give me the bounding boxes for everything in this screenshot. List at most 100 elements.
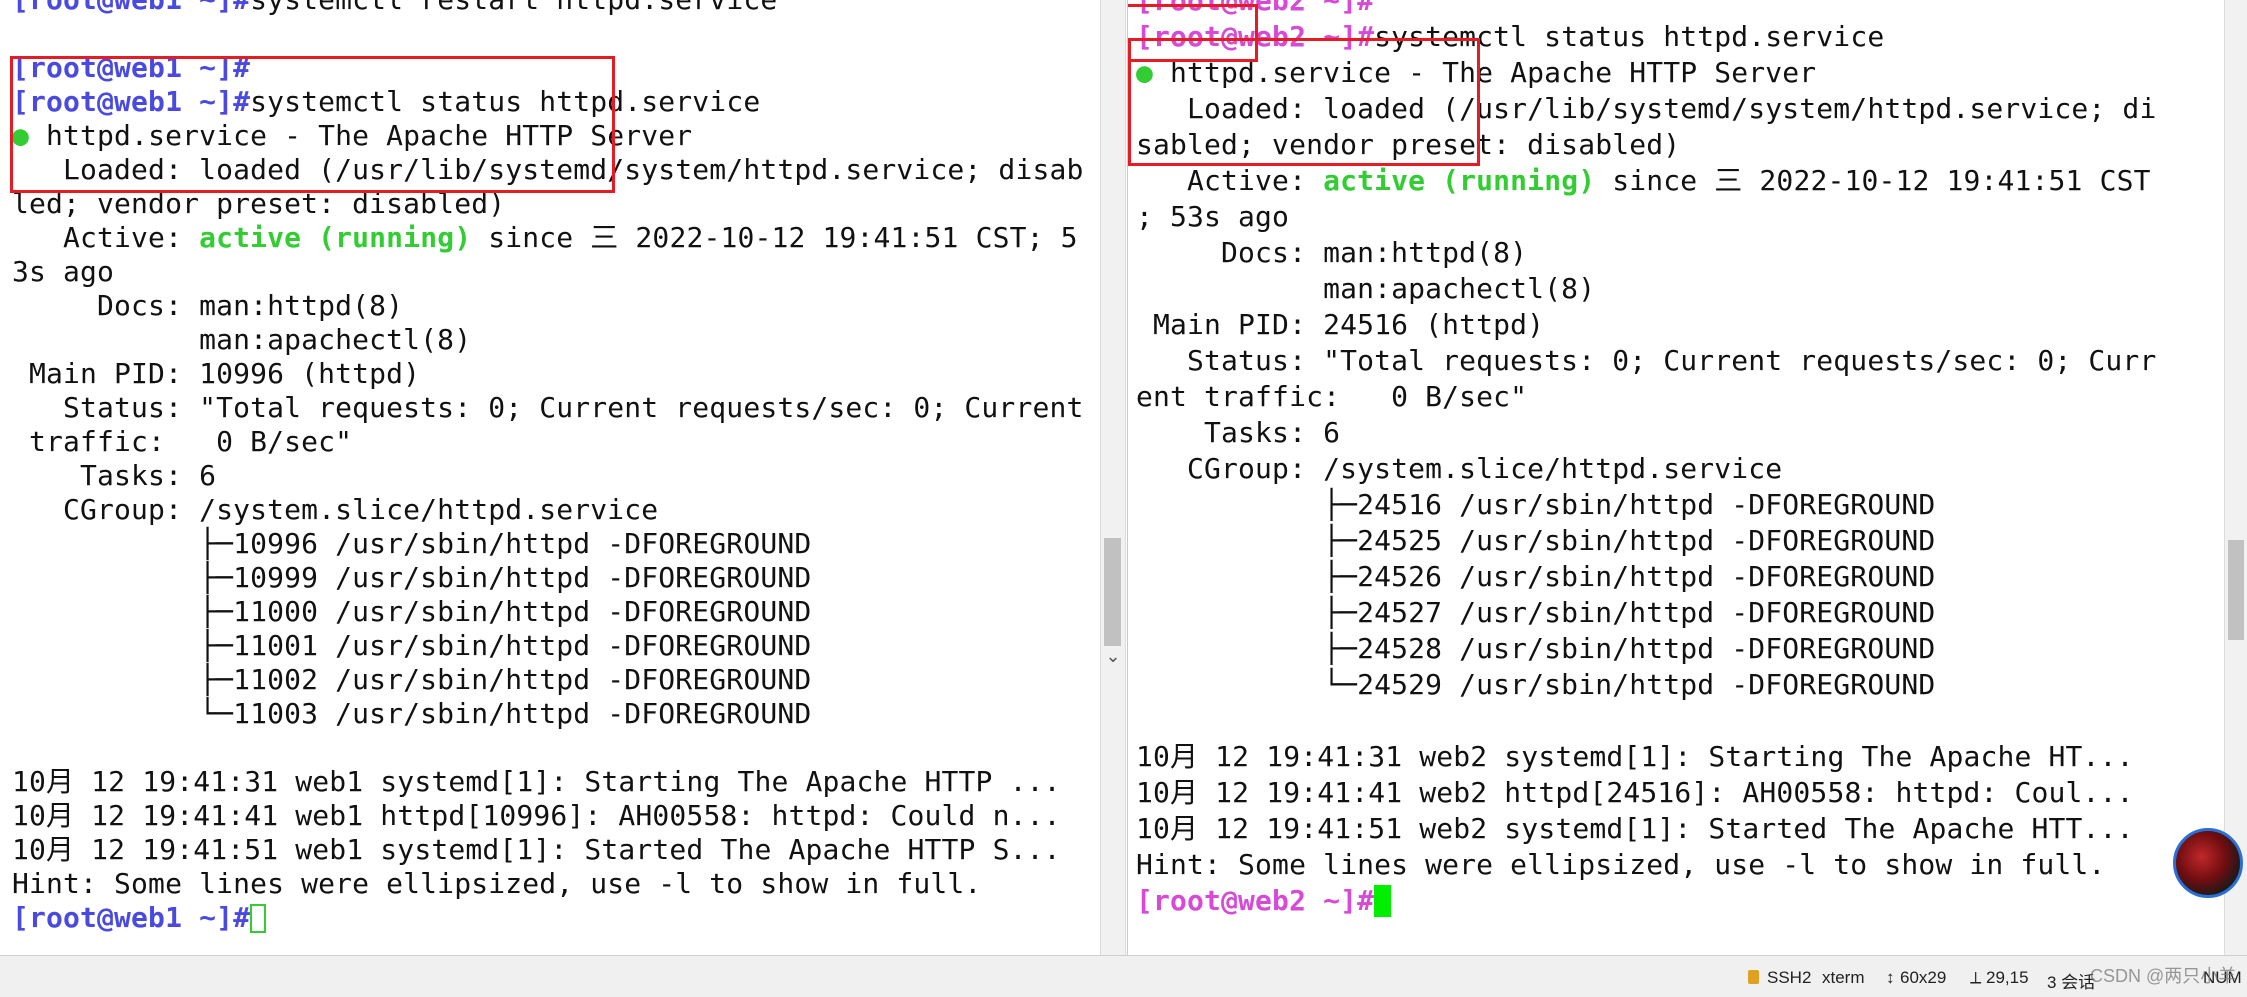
cursor-position-icon: ⟂ xyxy=(1970,968,1982,987)
shell-prompt: [root@web1 ~]# xyxy=(12,0,250,16)
shell-prompt: [root@web1 ~]# xyxy=(12,51,251,84)
text-segment: httpd.service - The Apache HTTP Server xyxy=(29,119,693,152)
text-segment: Main PID: 24516 (httpd) xyxy=(1136,308,1545,341)
text-segment: 10月 12 19:41:51 web1 systemd[1]: Started… xyxy=(12,833,1061,866)
text-segment: led; vendor preset: disabled) xyxy=(12,187,506,220)
terminal-pane-web1[interactable]: [root@web1 ~]#systemctl restart httpd.se… xyxy=(0,0,1101,955)
text-segment: traffic: 0 B/sec" xyxy=(12,425,353,458)
text-segment: Loaded: loaded (/usr/lib/systemd/system/… xyxy=(12,153,1084,186)
web2-line: └─24529 /usr/sbin/httpd -DFOREGROUND xyxy=(1136,667,2225,703)
web1-line: [root@web1 ~]#systemctl restart httpd.se… xyxy=(12,0,1100,17)
scrollbar-thumb-web1[interactable] xyxy=(1104,538,1121,646)
text-segment: ├─10996 /usr/sbin/httpd -DFOREGROUND xyxy=(12,527,812,560)
web1-line: [root@web1 ~]# xyxy=(12,901,1100,935)
text-segment: Status: "Total requests: 0; Current requ… xyxy=(1136,344,2157,377)
text-segment: man:apachectl(8) xyxy=(1136,272,1596,305)
web1-line: Status: "Total requests: 0; Current requ… xyxy=(12,391,1100,425)
web2-line: 10月 12 19:41:41 web2 httpd[24516]: AH005… xyxy=(1136,775,2225,811)
text-cursor xyxy=(250,904,267,933)
web2-line: ├─24525 /usr/sbin/httpd -DFOREGROUND xyxy=(1136,523,2225,559)
lock-icon xyxy=(1748,968,1764,988)
text-segment: ├─24528 /usr/sbin/httpd -DFOREGROUND xyxy=(1136,632,1936,665)
avatar xyxy=(2173,828,2243,898)
web2-line: Active: active (running) since 三 2022-10… xyxy=(1136,163,2225,199)
web1-line: man:apachectl(8) xyxy=(12,323,1100,357)
terminal-output-web1[interactable]: [root@web1 ~]#systemctl restart httpd.se… xyxy=(0,0,1100,938)
web2-line: Main PID: 24516 (httpd) xyxy=(1136,307,2225,343)
text-segment: 3s ago xyxy=(12,255,115,288)
text-segment: ├─24527 /usr/sbin/httpd -DFOREGROUND xyxy=(1136,596,1936,629)
text-segment: CGroup: /system.slice/httpd.service xyxy=(1136,452,1783,485)
web2-line: Tasks: 6 xyxy=(1136,415,2225,451)
web2-line xyxy=(1136,703,2225,739)
text-segment: ├─11002 /usr/sbin/httpd -DFOREGROUND xyxy=(12,663,812,696)
web2-line: 10月 12 19:41:51 web2 systemd[1]: Started… xyxy=(1136,811,2225,847)
web2-line: ├─24516 /usr/sbin/httpd -DFOREGROUND xyxy=(1136,487,2225,523)
web2-line: [root@web2 ~]#systemctl status httpd.ser… xyxy=(1136,19,2225,55)
web1-line: traffic: 0 B/sec" xyxy=(12,425,1100,459)
text-cursor xyxy=(1374,885,1392,917)
web1-line: CGroup: /system.slice/httpd.service xyxy=(12,493,1100,527)
scrollbar-thumb-web2[interactable] xyxy=(2228,540,2244,640)
scrollbar-web2[interactable] xyxy=(2224,0,2247,955)
text-segment: since 三 2022-10-12 19:41:51 CST xyxy=(1595,164,2151,197)
web1-line: ● httpd.service - The Apache HTTP Server xyxy=(12,119,1100,153)
web1-line: ├─11001 /usr/sbin/httpd -DFOREGROUND xyxy=(12,629,1100,663)
web2-line: Status: "Total requests: 0; Current requ… xyxy=(1136,343,2225,379)
text-segment: Tasks: 6 xyxy=(12,459,217,492)
shell-prompt: [root@web1 ~]# xyxy=(12,85,251,118)
text-segment: └─24529 /usr/sbin/httpd -DFOREGROUND xyxy=(1136,668,1936,701)
scrollbar-web1[interactable]: ⌄ xyxy=(1100,0,1126,955)
watermark: CSDN @两只小羊 xyxy=(2090,966,2237,986)
text-segment: Status: "Total requests: 0; Current requ… xyxy=(12,391,1084,424)
text-segment: Hint: Some lines were ellipsized, use -l… xyxy=(12,867,982,900)
web1-line: Docs: man:httpd(8) xyxy=(12,289,1100,323)
web1-line xyxy=(12,17,1100,51)
text-segment: Tasks: 6 xyxy=(1136,416,1341,449)
status-terminal-type: xterm xyxy=(1822,968,1865,987)
text-segment: ├─24516 /usr/sbin/httpd -DFOREGROUND xyxy=(1136,488,1936,521)
web2-line: sabled; vendor preset: disabled) xyxy=(1136,127,2225,163)
text-segment: systemctl restart httpd.service xyxy=(250,0,777,16)
text-segment: ├─24526 /usr/sbin/httpd -DFOREGROUND xyxy=(1136,560,1936,593)
web2-line: Docs: man:httpd(8) xyxy=(1136,235,2225,271)
web1-line: Tasks: 6 xyxy=(12,459,1100,493)
status-sessions: 3 会话 xyxy=(2047,973,2096,992)
terminal-output-web2[interactable]: [root@web2 ~]# [root@web2 ~]#systemctl st… xyxy=(1128,0,2225,938)
status-dot-icon: ● xyxy=(12,119,30,152)
status-size: 60x29 xyxy=(1900,968,1947,987)
web1-line: └─11003 /usr/sbin/httpd -DFOREGROUND xyxy=(12,697,1100,731)
web2-line: [root@web2 ~]# xyxy=(1136,0,2225,19)
text-segment: Docs: man:httpd(8) xyxy=(1136,236,1528,269)
web2-line: ent traffic: 0 B/sec" xyxy=(1136,379,2225,415)
text-segment: 10月 12 19:41:51 web2 systemd[1]: Started… xyxy=(1136,812,2134,845)
status-dot-icon: ● xyxy=(1136,56,1154,89)
web2-line: ; 53s ago xyxy=(1136,199,2225,235)
text-segment: Loaded: loaded (/usr/lib/systemd/system/… xyxy=(1136,92,2157,125)
text-segment: since 三 2022-10-12 19:41:51 CST; 5 xyxy=(471,221,1078,254)
web1-line: [root@web1 ~]# xyxy=(12,51,1100,85)
scroll-down-arrow-icon[interactable]: ⌄ xyxy=(1101,646,1125,667)
text-segment: 10月 12 19:41:31 web1 systemd[1]: Startin… xyxy=(12,765,1061,798)
text-segment: ├─10999 /usr/sbin/httpd -DFOREGROUND xyxy=(12,561,812,594)
web2-line: ├─24526 /usr/sbin/httpd -DFOREGROUND xyxy=(1136,559,2225,595)
text-segment: Docs: man:httpd(8) xyxy=(12,289,404,322)
web1-line: [root@web1 ~]#systemctl status httpd.ser… xyxy=(12,85,1100,119)
text-segment: ├─11001 /usr/sbin/httpd -DFOREGROUND xyxy=(12,629,812,662)
web1-line: 10月 12 19:41:41 web1 httpd[10996]: AH005… xyxy=(12,799,1100,833)
text-segment: Main PID: 10996 (httpd) xyxy=(12,357,421,390)
text-segment: Hint: Some lines were ellipsized, use -l… xyxy=(1136,848,2106,881)
text-segment: ent traffic: 0 B/sec" xyxy=(1136,380,1528,413)
web1-line: 10月 12 19:41:31 web1 systemd[1]: Startin… xyxy=(12,765,1100,799)
text-segment: ├─24525 /usr/sbin/httpd -DFOREGROUND xyxy=(1136,524,1936,557)
web1-line: 10月 12 19:41:51 web1 systemd[1]: Started… xyxy=(12,833,1100,867)
text-segment: Active: xyxy=(1136,164,1324,197)
text-segment: man:apachectl(8) xyxy=(12,323,472,356)
text-segment: ; 53s ago xyxy=(1136,200,1290,233)
active-status: active (running) xyxy=(199,221,472,254)
terminal-pane-web2[interactable]: [root@web2 ~]# [root@web2 ~]#systemctl st… xyxy=(1127,0,2225,955)
web2-line: Loaded: loaded (/usr/lib/systemd/system/… xyxy=(1136,91,2225,127)
text-segment: └─11003 /usr/sbin/httpd -DFOREGROUND xyxy=(12,697,812,730)
text-segment: CGroup: /system.slice/httpd.service xyxy=(12,493,659,526)
web2-line: ├─24528 /usr/sbin/httpd -DFOREGROUND xyxy=(1136,631,2225,667)
